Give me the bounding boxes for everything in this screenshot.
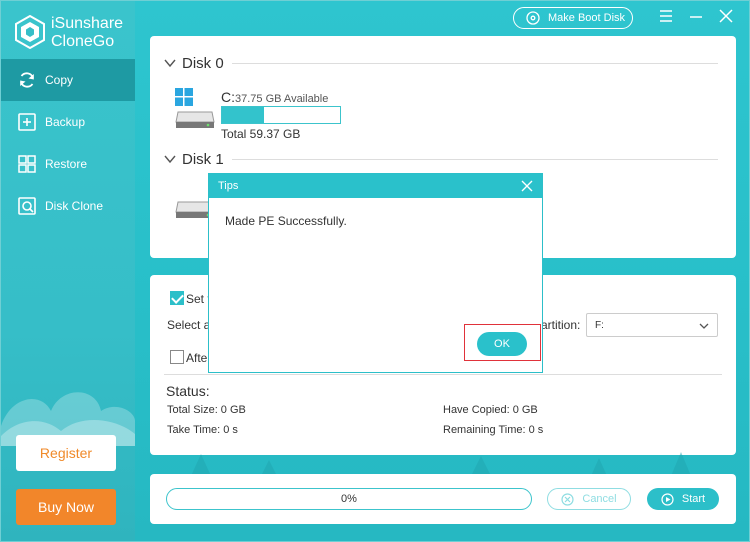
disc-icon: [526, 11, 540, 25]
after-checkbox[interactable]: [170, 350, 184, 364]
capacity-bar: [221, 106, 341, 124]
dialog-message: Made PE Successfully.: [225, 214, 347, 228]
progress-bar: 0%: [166, 488, 532, 510]
sidebar-item-copy[interactable]: Copy: [1, 59, 135, 101]
register-button[interactable]: Register: [16, 435, 116, 471]
progress-text: 0%: [341, 493, 357, 505]
remaining-time: Remaining Time: 0 s: [443, 424, 544, 436]
refresh-icon: [20, 72, 34, 88]
make-boot-disk-label: Make Boot Disk: [548, 12, 626, 24]
sidebar-item-label: Disk Clone: [45, 199, 104, 213]
dialog-title-bar: Tips: [209, 174, 542, 198]
have-copied: Have Copied: 0 GB: [443, 404, 538, 416]
sidebar-item-label: Restore: [45, 157, 88, 171]
app-name: iSunshare CloneGo: [51, 15, 123, 51]
cancel-label: Cancel: [582, 493, 617, 505]
disk-0-header[interactable]: Disk 0: [164, 53, 224, 73]
set-target-label: Set t: [186, 292, 211, 306]
menu-icon[interactable]: [658, 8, 674, 24]
app-window: iSunshare CloneGo Copy Backup Restore Di…: [0, 0, 750, 542]
chevron-down-icon: [164, 155, 176, 164]
close-icon[interactable]: [718, 8, 734, 24]
disk-1-name: Disk 1: [182, 150, 224, 168]
play-icon: [661, 492, 674, 506]
restore-icon: [18, 155, 36, 173]
sidebar-nav: Copy Backup Restore Disk Clone: [1, 59, 135, 227]
select-label: Select a: [167, 318, 211, 332]
disk-1-divider: [232, 159, 718, 160]
start-button[interactable]: Start: [647, 488, 719, 510]
target-partition-value: F:: [595, 320, 604, 331]
backup-icon: [18, 113, 36, 131]
app-name-line2: CloneGo: [51, 33, 115, 50]
total-size: Total Size: 0 GB: [167, 404, 246, 416]
windows-icon: [175, 88, 193, 106]
app-name-line1: iSunshare: [51, 15, 124, 32]
chevron-down-icon: [699, 323, 709, 329]
dialog-title: Tips: [218, 180, 239, 192]
close-icon[interactable]: [520, 179, 534, 193]
partition-label: artition:: [541, 318, 581, 332]
hard-drive-icon: [175, 111, 215, 128]
sidebar-item-disk-clone[interactable]: Disk Clone: [1, 185, 135, 227]
app-logo: iSunshare CloneGo: [15, 13, 135, 53]
partition-total: Total 59.37 GB: [221, 127, 301, 141]
sidebar: iSunshare CloneGo Copy Backup Restore Di…: [1, 1, 135, 541]
buy-now-button[interactable]: Buy Now: [16, 489, 116, 525]
bottom-panel: 0% Cancel Start: [150, 474, 736, 524]
partition-available: 37.75 GB Available: [235, 93, 329, 105]
capacity-bar-fill: [222, 107, 265, 123]
take-time: Take Time: 0 s: [167, 424, 238, 436]
minimize-icon[interactable]: [688, 8, 704, 24]
cancel-icon: [561, 492, 574, 506]
sidebar-item-label: Backup: [45, 115, 86, 129]
clouds-decoration: [1, 392, 135, 446]
start-label: Start: [681, 493, 706, 505]
chevron-down-icon: [164, 59, 176, 68]
trees-decoration: [191, 452, 691, 476]
sidebar-item-restore[interactable]: Restore: [1, 143, 135, 185]
make-boot-disk-button[interactable]: Make Boot Disk: [513, 7, 633, 29]
cancel-button[interactable]: Cancel: [547, 488, 631, 510]
disk-1-header[interactable]: Disk 1: [164, 149, 224, 169]
partition-letter: C:: [221, 89, 235, 105]
sidebar-item-label: Copy: [45, 73, 74, 87]
status-title: Status:: [166, 383, 210, 399]
logo-icon: [15, 15, 45, 49]
sidebar-item-backup[interactable]: Backup: [1, 101, 135, 143]
disk-0-divider: [232, 63, 718, 64]
status-divider: [164, 374, 722, 375]
disk-0-name: Disk 0: [182, 54, 224, 72]
partition-c-label: C:37.75 GB Available: [221, 89, 328, 105]
set-target-checkbox[interactable]: [170, 291, 184, 305]
ok-button-highlight: [464, 324, 541, 361]
target-partition-select[interactable]: F:: [586, 313, 718, 337]
disk-clone-icon: [18, 197, 36, 215]
